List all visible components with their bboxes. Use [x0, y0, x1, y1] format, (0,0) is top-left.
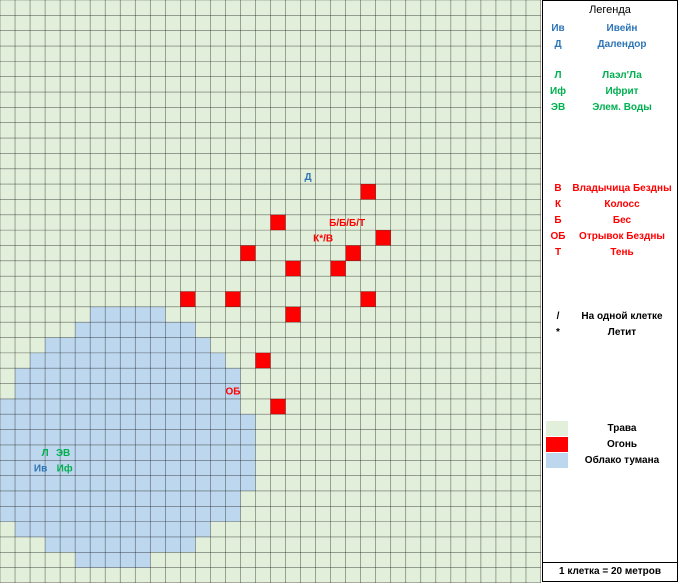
legend-ally-ivein: Ив Ивейн: [543, 21, 679, 37]
legend-enemy-shadow: Т Тень: [543, 245, 679, 261]
legend-label: Ивейн: [606, 23, 638, 34]
legend-label: Отрывок Бездны: [579, 231, 665, 242]
legend-enemy-colossus: К Колосс: [543, 197, 679, 213]
legend-enemy-abyss-fragment: ОБ Отрывок Бездны: [543, 229, 679, 245]
legend-label: Облако тумана: [584, 455, 660, 466]
legend-abbr: В: [554, 183, 562, 194]
legend-abbr: К: [554, 199, 562, 210]
legend-abbr: Л: [554, 70, 562, 81]
fire-cell[interactable]: [240, 245, 256, 261]
legend-terrain-grass: Трава: [543, 421, 679, 437]
fog-cell-row[interactable]: [0, 414, 256, 430]
legend-symbol-same-cell: / На одной клетке: [543, 309, 679, 325]
legend-terrain-fog: Облако тумана: [543, 453, 679, 469]
fire-cell[interactable]: [345, 245, 361, 261]
fire-cell[interactable]: [330, 260, 346, 277]
legend-abbr: Иф: [550, 86, 566, 97]
legend-label: Лаэл'Ла: [602, 70, 642, 81]
legend-label: Огонь: [606, 439, 638, 450]
map-grid[interactable]: Д Б/Б/Б/Т К*/В ОБ Л ЭВ Ив Иф: [0, 0, 541, 583]
legend-abbr: Д: [554, 39, 562, 50]
fire-cell[interactable]: [285, 306, 301, 323]
legend-title: Легенда: [589, 4, 631, 16]
legend-enemy-imp: Б Бес: [543, 213, 679, 229]
legend-label: Трава: [607, 423, 637, 434]
legend-ally-dalendor: Д Далендор: [543, 37, 679, 53]
legend-label: Владычица Бездны: [572, 183, 672, 194]
fire-cell[interactable]: [270, 398, 286, 415]
fog-cell-row[interactable]: [15, 368, 241, 384]
fire-swatch: [546, 437, 568, 452]
fire-cell[interactable]: [255, 352, 271, 369]
fire-cell[interactable]: [375, 230, 391, 246]
fog-cell-row[interactable]: [0, 444, 256, 461]
fire-cell[interactable]: [360, 184, 376, 200]
fog-cell-row[interactable]: [15, 521, 211, 537]
unit-label[interactable]: ЭВ: [56, 448, 70, 459]
fog-cell-row[interactable]: [30, 352, 226, 369]
legend-ally-ifrit: Иф Ифрит: [543, 84, 679, 100]
fog-cell-row[interactable]: [45, 337, 211, 353]
legend-abbr: ОБ: [550, 231, 566, 242]
legend-ally-lael: Л Лаэл'Ла: [543, 68, 679, 84]
fog-cell-row[interactable]: [0, 475, 256, 491]
fire-cell[interactable]: [225, 291, 241, 307]
map-scale-note: 1 клетка = 20 метров: [543, 562, 677, 581]
unit-label[interactable]: Б/Б/Б/Т: [329, 218, 365, 229]
legend-enemy-mistress: В Владычица Бездны: [543, 181, 679, 197]
slash-symbol: /: [556, 311, 560, 322]
asterisk-symbol: *: [556, 327, 560, 338]
fog-cell-row[interactable]: [0, 429, 256, 445]
legend-symbol-flying: * Летит: [543, 325, 679, 341]
fire-cell[interactable]: [285, 260, 301, 277]
legend-label: Далендор: [597, 39, 647, 50]
legend-label: Летит: [607, 327, 637, 338]
legend-ally-water-elemental: ЭВ Элем. Воды: [543, 100, 679, 116]
grass-swatch: [546, 421, 568, 436]
unit-label[interactable]: К*/В: [313, 233, 333, 244]
legend-abbr: Б: [554, 215, 562, 226]
legend-label: Бес: [612, 215, 632, 226]
legend-label: Элем. Воды: [592, 102, 652, 113]
fire-cell[interactable]: [180, 291, 196, 307]
legend-abbr: ЭВ: [550, 102, 566, 113]
legend-panel: Легенда Ив Ивейн Д Далендор Л Лаэл'Ла Иф…: [542, 0, 678, 582]
legend-label: На одной клетке: [581, 311, 663, 322]
legend-label: Колосс: [604, 199, 640, 210]
fog-swatch: [546, 453, 568, 468]
unit-label[interactable]: ОБ: [225, 387, 240, 398]
unit-label[interactable]: Д: [305, 172, 312, 183]
fog-cell-row[interactable]: [15, 383, 241, 399]
legend-label: Ифрит: [605, 86, 639, 97]
unit-label[interactable]: Ив: [34, 463, 47, 474]
battle-map[interactable]: Д Б/Б/Б/Т К*/В ОБ Л ЭВ Ив Иф: [0, 0, 541, 583]
legend-abbr: Т: [554, 247, 562, 258]
fog-cell-row[interactable]: [90, 306, 166, 323]
fog-cell-row[interactable]: [75, 552, 151, 568]
unit-label[interactable]: Иф: [57, 462, 73, 474]
fire-cell[interactable]: [360, 291, 376, 307]
legend-terrain-fire: Огонь: [543, 437, 679, 453]
unit-label[interactable]: Л: [42, 448, 49, 459]
fire-cell[interactable]: [270, 214, 286, 231]
legend-abbr: Ив: [551, 23, 565, 34]
legend-label: Тень: [610, 247, 634, 258]
